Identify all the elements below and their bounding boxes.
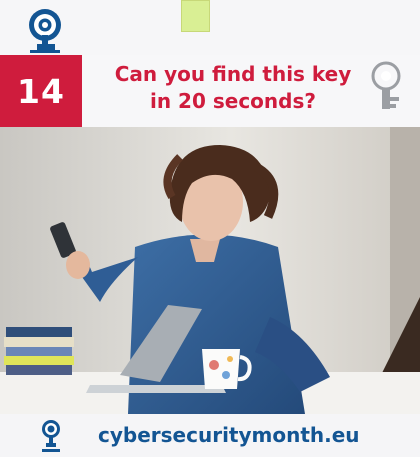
cyber-key-logo-icon [42,420,60,452]
person-with-phone-and-laptop-photo [0,127,420,414]
key-icon [371,61,401,109]
cyber-key-logo-icon [29,9,61,53]
book-stack [4,327,74,375]
headline: Can you find this key in 20 seconds? [92,61,374,115]
headline-line-1: Can you find this key [114,62,352,86]
headline-line-2: in 20 seconds? [150,89,316,113]
challenge-number: 14 [0,55,82,127]
title-row: 14 Can you find this key in 20 seconds? [0,55,420,127]
website-url[interactable]: cybersecuritymonth.eu [98,421,360,449]
sticky-note [181,0,210,32]
